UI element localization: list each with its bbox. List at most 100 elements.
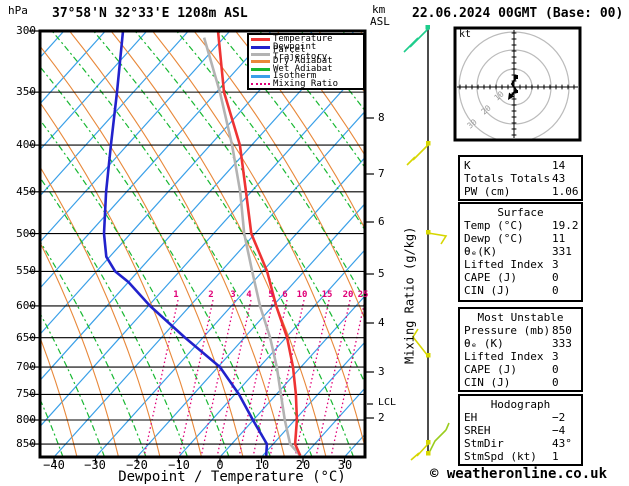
stat-row: CIN (J) 0 (460, 376, 581, 389)
stat-value: −2 (552, 411, 566, 424)
stat-value: 3 (552, 258, 559, 271)
sounding-curves (102, 31, 302, 457)
legend-swatch-dewpoint (251, 45, 270, 49)
mixing-ratio-tick-label: 2 (208, 290, 214, 300)
stat-row: PW (cm) 1.06 (460, 185, 581, 198)
altitude-tick-label: 5 (378, 267, 385, 280)
stat-value: 1 (552, 450, 559, 463)
temperature-tick-label: −30 (84, 458, 106, 472)
stat-row: Pressure (mb) 850 (460, 324, 581, 337)
wind-barb-top (403, 25, 430, 53)
stat-label: StmDir (464, 437, 504, 450)
altitude-axis-unit-asl: ASL (370, 15, 390, 28)
stat-label: K (464, 159, 471, 172)
temperature-tick-label: −10 (168, 458, 190, 472)
stat-label: Lifted Index (464, 258, 544, 271)
stat-value: 3 (552, 350, 559, 363)
parcel-trajectory-curve (202, 37, 302, 457)
stat-label: Dewp (°C) (464, 232, 524, 245)
temperature-tick-label: 20 (295, 458, 311, 472)
stat-label: Pressure (mb) (464, 324, 551, 337)
altitude-tick-label: 6 (378, 215, 385, 228)
temperature-tick-label: 0 (216, 458, 224, 472)
stat-row: Totals Totals 43 (460, 172, 581, 185)
stat-label: CAPE (J) (464, 363, 517, 376)
altitude-tick-label: 2 (378, 411, 385, 424)
temperature-tick-label: 30 (337, 458, 353, 472)
sounding-page: 10 20 30 hPa 37°58'N 32°33'E 1208m ASL km … (0, 0, 629, 486)
stat-row: StmDir 43° (460, 437, 581, 450)
pressure-tick-label: 700 (16, 360, 36, 373)
altitude-axis-unit-km: km (372, 3, 386, 16)
temperature-tick-label: −40 (43, 458, 65, 472)
lcl-label: LCL (378, 397, 397, 408)
pressure-tick-label: 400 (16, 138, 36, 151)
temperature-axis-title: Dewpoint / Temperature (°C) (118, 469, 346, 485)
surface-panel-title: Surface (497, 206, 544, 219)
stat-value: 11 (552, 232, 566, 245)
stat-label: SREH (464, 424, 491, 437)
pressure-tick-label: 500 (16, 227, 36, 240)
stat-value: 1.06 (552, 185, 579, 198)
stat-value: 333 (552, 337, 572, 350)
stat-label: θₑ (K) (464, 337, 504, 350)
mixing-ratio-axis-title: Mixing Ratio (g/kg) (402, 226, 417, 364)
pressure-tick-label: 650 (16, 331, 36, 344)
pressure-tick-label: 600 (16, 299, 36, 312)
stat-label: PW (cm) (464, 185, 511, 198)
stat-row: EH −2 (460, 411, 581, 424)
most-unstable-panel: Most Unstable Pressure (mb) 850 θₑ (K) 333 L… (458, 307, 583, 392)
stat-value: 0 (552, 284, 559, 297)
stat-row: CAPE (J) 0 (460, 271, 581, 284)
datetime-title: 22.06.2024 00GMT (Base: 00) (412, 6, 624, 21)
stat-value: −4 (552, 424, 566, 437)
legend-item: Mixing Ratio (249, 79, 363, 88)
temperature-tick-label: 10 (254, 458, 270, 472)
stat-row: Lifted Index 3 (460, 350, 581, 363)
stat-label: Totals Totals (464, 172, 551, 185)
stat-row: Dewp (°C) 11 (460, 232, 581, 245)
indices-panel: K 14 Totals Totals 43 PW (cm) 1.06 (458, 155, 583, 201)
stat-row: θₑ (K) 333 (460, 337, 581, 350)
wind-barb (406, 141, 431, 166)
legend-swatch-mixing-ratio (251, 83, 270, 86)
stat-label: Lifted Index (464, 350, 544, 363)
altitude-tick-label: 8 (378, 111, 385, 124)
stat-value: 19.2 (552, 219, 579, 232)
mixing-ratio-tick-label: 25 (357, 290, 369, 300)
stat-row: θₑ(K) 331 (460, 245, 581, 258)
pressure-axis-unit: hPa (8, 4, 28, 17)
altitude-tick-label: 7 (378, 167, 385, 180)
altitude-tick-label: 3 (378, 365, 385, 378)
pressure-tick-label: 850 (16, 437, 36, 450)
stat-label: CAPE (J) (464, 271, 517, 284)
stat-value: 0 (552, 363, 559, 376)
pressure-tick-label: 300 (16, 24, 36, 37)
stat-label: CIN (J) (464, 284, 511, 297)
hodograph-unit-label: kt (459, 29, 472, 40)
stat-value: 850 (552, 324, 572, 337)
hodograph-stats-panel-title: Hodograph (490, 398, 551, 411)
hodograph: 102030 (453, 26, 582, 142)
mixing-ratio-tick-label: 4 (246, 290, 252, 300)
stat-label: EH (464, 411, 478, 424)
stat-label: CIN (J) (464, 376, 511, 389)
stat-value: 0 (552, 376, 559, 389)
legend-swatch-temperature (251, 38, 270, 42)
surface-panel: Surface Temp (°C) 19.2 Dewp (°C) 11 θₑ(K) 331… (458, 202, 583, 302)
stat-row: Lifted Index 3 (460, 258, 581, 271)
copyright: © weatheronline.co.uk (430, 466, 608, 482)
pressure-tick-label: 750 (16, 387, 36, 400)
mixing-ratio-tick-label: 1 (173, 290, 179, 300)
most-unstable-panel-title: Most Unstable (477, 311, 564, 324)
mixing-ratio-tick-label: 10 (296, 290, 308, 300)
stat-value: 43° (552, 437, 572, 450)
pressure-tick-label: 800 (16, 413, 36, 426)
stat-row: StmSpd (kt) 1 (460, 450, 581, 463)
stat-label: Temp (°C) (464, 219, 524, 232)
stat-value: 43 (552, 172, 566, 185)
stat-label: θₑ(K) (464, 245, 498, 258)
temperature-tick-label: −20 (126, 458, 148, 472)
pressure-tick-label: 550 (16, 264, 36, 277)
pressure-tick-label: 450 (16, 185, 36, 198)
